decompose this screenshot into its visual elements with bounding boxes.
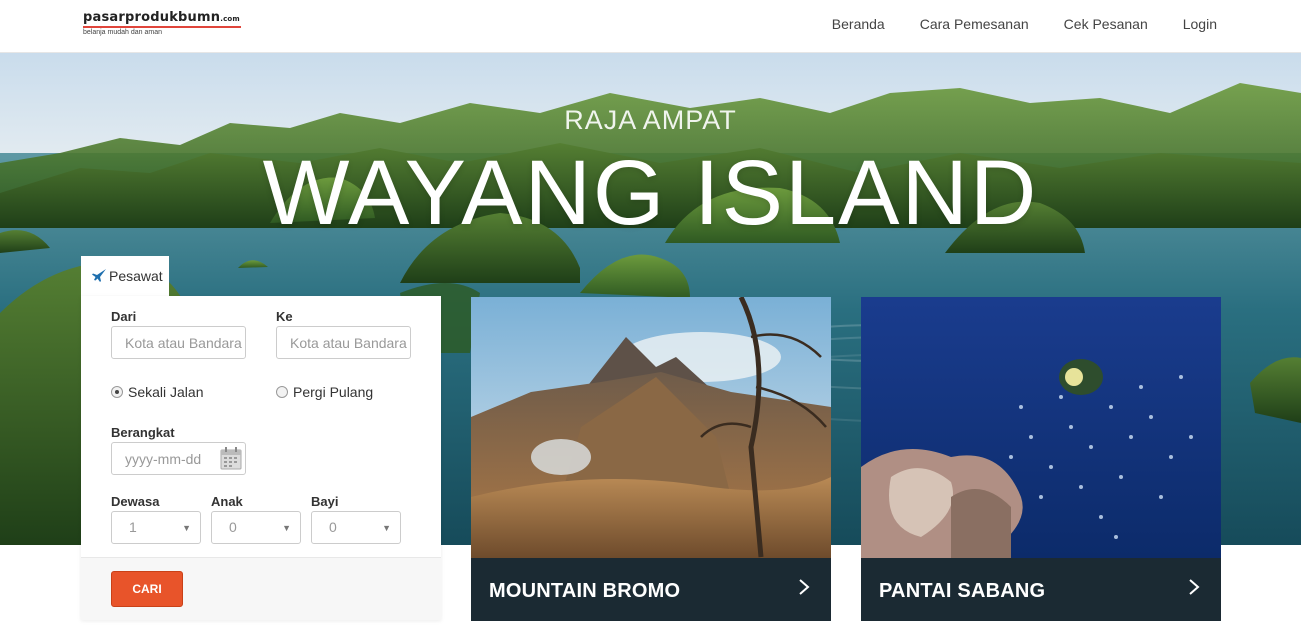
logo-suffix: .com <box>220 15 240 23</box>
calendar-icon[interactable] <box>220 446 242 470</box>
depart-date-field[interactable] <box>111 442 246 475</box>
from-input[interactable] <box>111 326 246 359</box>
radio-label: Pergi Pulang <box>293 384 374 400</box>
radio-label: Sekali Jalan <box>128 384 204 400</box>
logo-wordmark: pasarprodukbumn.com <box>83 10 243 25</box>
radio-dot <box>276 386 288 398</box>
site-logo[interactable]: pasarprodukbumn.com belanja mudah dan am… <box>83 10 243 36</box>
chevron-down-icon: ▼ <box>382 523 391 533</box>
nav-link-cara-pemesanan[interactable]: Cara Pemesanan <box>920 16 1029 32</box>
main-nav: Beranda Cara Pemesanan Cek Pesanan Login <box>832 16 1217 32</box>
infant-select[interactable]: 0 ▼ <box>311 511 401 544</box>
adult-label: Dewasa <box>111 494 160 509</box>
adult-select[interactable]: 1 ▼ <box>111 511 201 544</box>
nav-link-beranda[interactable]: Beranda <box>832 16 885 32</box>
infant-label: Bayi <box>311 494 339 509</box>
radio-pergi-pulang[interactable]: Pergi Pulang <box>276 384 373 400</box>
hero-title: WAYANG ISLAND <box>262 142 1039 244</box>
card-caption-bar: MOUNTAIN BROMO <box>471 558 831 621</box>
hero-subtitle: RAJA AMPAT <box>564 105 737 135</box>
chevron-down-icon: ▼ <box>282 523 291 533</box>
logo-underline <box>83 26 241 28</box>
flight-search-form: Dari Ke Sekali Jalan Pergi Pulang Berang… <box>81 296 441 620</box>
radio-dot-selected <box>111 386 123 398</box>
airplane-icon <box>92 269 106 282</box>
top-navbar: pasarprodukbumn.com belanja mudah dan am… <box>0 0 1301 53</box>
card-caption-bar: PANTAI SABANG <box>861 558 1221 621</box>
chevron-right-icon[interactable] <box>1187 578 1201 596</box>
destination-card-bromo[interactable]: MOUNTAIN BROMO <box>471 297 831 621</box>
child-value: 0 <box>229 519 237 535</box>
form-footer: CARI <box>81 557 441 620</box>
chevron-right-icon[interactable] <box>797 578 811 596</box>
nav-link-login[interactable]: Login <box>1183 16 1217 32</box>
logo-text: pasarprodukbumn <box>83 10 221 25</box>
search-button[interactable]: CARI <box>111 571 183 607</box>
tab-label: Pesawat <box>109 268 163 284</box>
tab-pesawat[interactable]: Pesawat <box>81 256 169 296</box>
logo-tagline: belanja mudah dan aman <box>83 29 163 36</box>
sabang-image <box>861 297 1221 558</box>
card-title: PANTAI SABANG <box>879 580 1046 602</box>
to-label: Ke <box>276 309 293 324</box>
depart-label: Berangkat <box>111 425 175 440</box>
child-label: Anak <box>211 494 243 509</box>
bromo-image <box>471 297 831 558</box>
to-input[interactable] <box>276 326 411 359</box>
radio-sekali-jalan[interactable]: Sekali Jalan <box>111 384 204 400</box>
from-label: Dari <box>111 309 137 324</box>
child-select[interactable]: 0 ▼ <box>211 511 301 544</box>
card-title: MOUNTAIN BROMO <box>489 580 681 602</box>
infant-value: 0 <box>329 519 337 535</box>
destination-card-sabang[interactable]: PANTAI SABANG <box>861 297 1221 621</box>
nav-link-cek-pesanan[interactable]: Cek Pesanan <box>1064 16 1148 32</box>
adult-value: 1 <box>129 519 137 535</box>
chevron-down-icon: ▼ <box>182 523 191 533</box>
